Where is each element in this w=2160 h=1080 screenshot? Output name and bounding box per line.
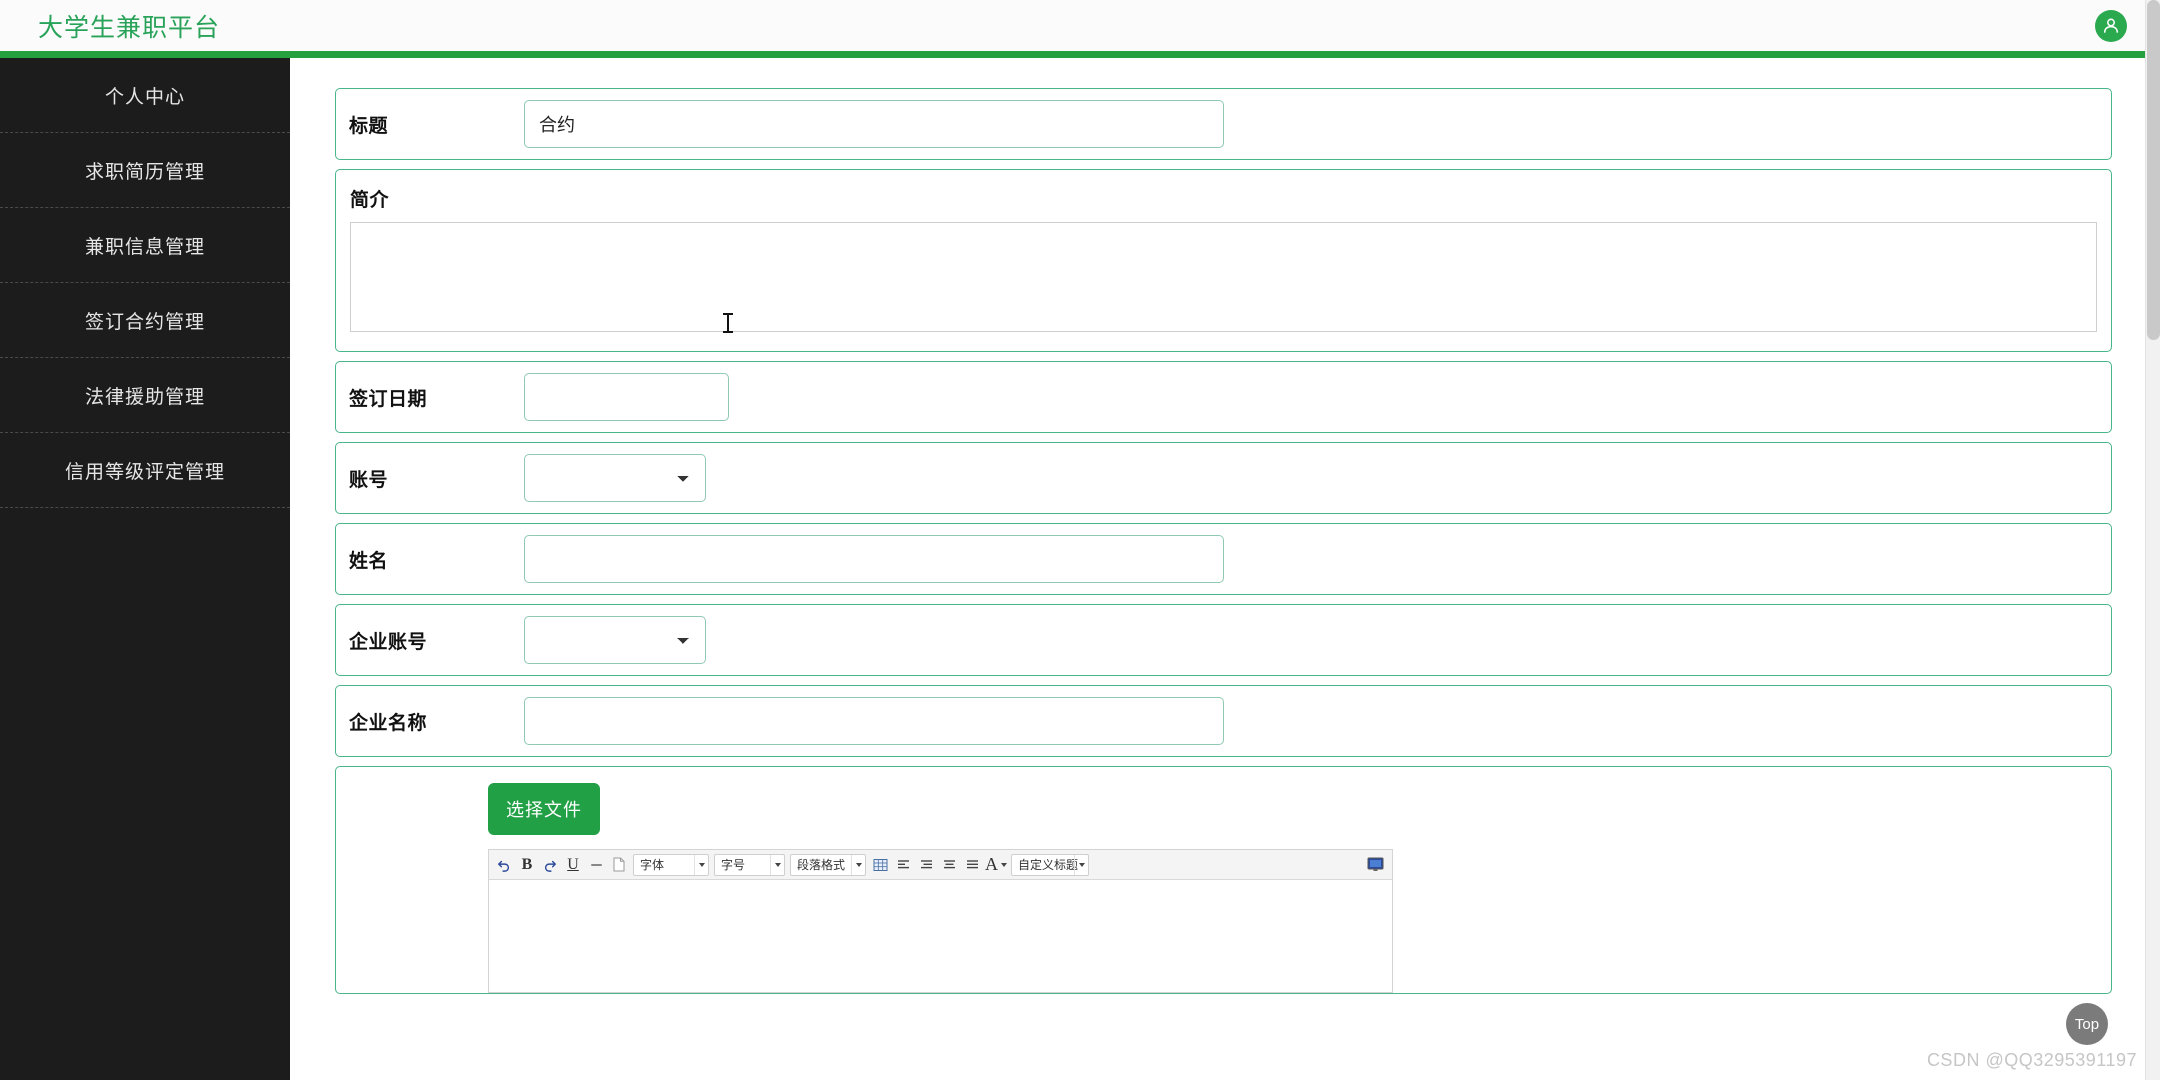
form-row-account: 账号 — [335, 442, 2112, 514]
sidebar-item-label: 签订合约管理 — [84, 311, 205, 333]
top-header-bar: 大学生兼职平台 — [0, 0, 2160, 51]
sidebar-item-resume-management[interactable]: 求职简历管理 — [0, 133, 290, 208]
font-family-value: 字体 — [640, 858, 665, 872]
font-size-value: 字号 — [721, 858, 746, 872]
paragraph-format-dropdown[interactable]: 段落格式 — [790, 853, 866, 876]
site-brand-title: 大学生兼职平台 — [38, 13, 221, 42]
bold-icon[interactable]: B — [516, 853, 538, 877]
chevron-down-icon — [1074, 854, 1088, 875]
sidebar-item-legal-aid-management[interactable]: 法律援助管理 — [0, 358, 290, 433]
form-row-attachment-editor: 选择文件 B U 字体 字号 段落格式 A 自定义标题 — [335, 766, 2112, 994]
font-family-dropdown[interactable]: 字体 — [633, 853, 709, 876]
editor-body[interactable] — [489, 880, 1392, 992]
redo-icon[interactable] — [539, 853, 561, 877]
sidebar-item-label: 信用等级评定管理 — [64, 461, 225, 483]
font-size-dropdown[interactable]: 字号 — [714, 853, 785, 876]
account-select[interactable] — [524, 454, 706, 502]
custom-title-value: 自定义标题 — [1018, 858, 1079, 872]
chevron-down-icon — [851, 854, 865, 875]
align-center-icon[interactable] — [915, 853, 937, 877]
choose-file-button[interactable]: 选择文件 — [488, 783, 600, 835]
align-right-icon[interactable] — [938, 853, 960, 877]
insert-table-icon[interactable] — [869, 853, 891, 877]
font-color-glyph: A — [985, 854, 998, 874]
strikethrough-icon[interactable] — [585, 853, 607, 877]
undo-icon[interactable] — [493, 853, 515, 877]
sidebar-item-contract-management[interactable]: 签订合约管理 — [0, 283, 290, 358]
sidebar-nav: 个人中心 求职简历管理 兼职信息管理 签订合约管理 法律援助管理 信用等级评定管… — [0, 58, 290, 1080]
page-scrollbar[interactable] — [2145, 0, 2160, 1080]
editor-toolbar: B U 字体 字号 段落格式 A 自定义标题 — [489, 850, 1392, 880]
intro-label: 简介 — [350, 190, 390, 211]
sidebar-item-label: 个人中心 — [104, 86, 185, 108]
page-root: 大学生兼职平台 个人中心 求职简历管理 兼职信息管理 签订合约管理 法律援助管理 — [0, 0, 2160, 1080]
paragraph-format-value: 段落格式 — [797, 858, 846, 872]
page-scrollbar-thumb[interactable] — [2147, 0, 2160, 340]
underline-icon[interactable]: U — [562, 853, 584, 877]
scroll-to-top-button[interactable]: Top — [2066, 1003, 2108, 1045]
page-icon[interactable] — [608, 853, 630, 877]
font-color-icon[interactable]: A — [984, 853, 1008, 877]
form-row-company-account: 企业账号 — [335, 604, 2112, 676]
sign-date-input[interactable] — [524, 373, 729, 421]
editor-container: 选择文件 B U 字体 字号 段落格式 A 自定义标题 — [488, 783, 2097, 993]
form-row-company-name: 企业名称 — [335, 685, 2112, 757]
form-row-intro: 简介 — [335, 169, 2112, 352]
sign-date-label: 签订日期 — [349, 388, 428, 410]
company-account-select[interactable] — [524, 616, 706, 664]
main-content: 标题 简介 签订日期 账号 姓名 — [290, 58, 2152, 1080]
rich-text-editor: B U 字体 字号 段落格式 A 自定义标题 — [488, 849, 1393, 993]
header-right-actions — [2095, 9, 2127, 42]
sidebar-item-label: 求职简历管理 — [84, 161, 205, 183]
align-left-icon[interactable] — [892, 853, 914, 877]
company-name-label: 企业名称 — [349, 712, 428, 734]
user-avatar-icon[interactable] — [2095, 9, 2127, 42]
form-row-title: 标题 — [335, 88, 2112, 160]
intro-textarea[interactable] — [350, 222, 2097, 332]
chevron-down-icon — [694, 854, 708, 875]
form-row-sign-date: 签订日期 — [335, 361, 2112, 433]
title-label: 标题 — [349, 115, 389, 137]
sidebar-item-credit-rating-management[interactable]: 信用等级评定管理 — [0, 433, 290, 508]
header-accent-bar — [0, 51, 2160, 58]
name-label: 姓名 — [349, 550, 389, 572]
contract-form: 标题 简介 签订日期 账号 姓名 — [290, 58, 2152, 994]
name-input[interactable] — [524, 535, 1224, 583]
account-label: 账号 — [349, 469, 389, 491]
sidebar-item-label: 兼职信息管理 — [84, 236, 205, 258]
align-justify-icon[interactable] — [961, 853, 983, 877]
custom-title-dropdown[interactable]: 自定义标题 — [1011, 853, 1089, 876]
company-name-input[interactable] — [524, 697, 1224, 745]
chevron-down-icon — [770, 854, 784, 875]
fullscreen-icon[interactable] — [1364, 853, 1386, 877]
form-row-name: 姓名 — [335, 523, 2112, 595]
sidebar-item-personal-center[interactable]: 个人中心 — [0, 58, 290, 133]
sidebar-item-label: 法律援助管理 — [84, 386, 205, 408]
sidebar-item-parttime-info-management[interactable]: 兼职信息管理 — [0, 208, 290, 283]
title-input[interactable] — [524, 100, 1224, 148]
company-account-label: 企业账号 — [349, 631, 428, 653]
